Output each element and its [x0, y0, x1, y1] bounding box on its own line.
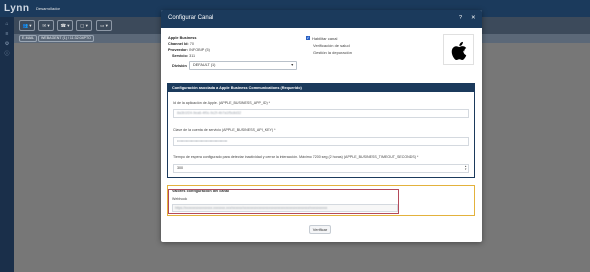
- app-id-input[interactable]: 8a3b1f24-9ea6-4f0c-9c2f-4b7a1f5c8d32: [173, 109, 469, 118]
- configuration-panel: Configuración asociada a Apple Business …: [167, 83, 475, 178]
- channel-id-label: Channel Id:: [168, 42, 189, 46]
- tab-webagent[interactable]: WEBAGENT (1) / 11:32:04PTO: [38, 35, 94, 42]
- timeout-label: Tiempo de espera configurado para detect…: [173, 155, 419, 159]
- toolbar-users-button[interactable]: 👥 ▾: [19, 20, 35, 31]
- timeout-input[interactable]: 300 ▲ ▼: [173, 164, 469, 173]
- apple-logo-icon: [451, 41, 467, 60]
- menu-icon[interactable]: ≡: [4, 32, 10, 37]
- channel-name: Apple Business: [168, 36, 197, 40]
- api-key-value: ••••••••••••••••••••••••••••••••••••••••: [177, 139, 228, 143]
- help-icon[interactable]: ?: [459, 15, 462, 22]
- app-logo: Lynn: [4, 3, 30, 14]
- debug-label: Gestión la depuración: [313, 50, 352, 55]
- close-icon[interactable]: ✕: [471, 15, 476, 22]
- division-value: DEFAULT (1): [193, 63, 216, 67]
- toolbar-screen-button[interactable]: ▭ ▾: [96, 20, 112, 31]
- service-label: Servicio:: [172, 54, 189, 58]
- health-check-label: Verificación de salud: [313, 43, 350, 48]
- channel-id-value: 70: [189, 42, 194, 46]
- timeout-value: 300: [177, 166, 183, 170]
- toolbar-phone-button[interactable]: ☎ ▾: [57, 20, 73, 31]
- channel-id-row: Channel Id: 70: [168, 42, 194, 46]
- tab-email[interactable]: E-MAIL: [19, 35, 37, 42]
- toolbar-window-button[interactable]: ▢ ▾: [76, 20, 92, 31]
- api-key-label: Clave de la cuenta de servicio (APPLE_BU…: [173, 128, 276, 132]
- info-icon[interactable]: ⓘ: [4, 52, 10, 57]
- service-row: Servicio: 311: [172, 54, 195, 58]
- modal-header: Configurar Canal ? ✕: [161, 10, 482, 28]
- division-label: División: [172, 64, 187, 68]
- enable-channel-label: Habilitar canal: [312, 36, 338, 41]
- settings-icon[interactable]: ⚙: [4, 42, 10, 47]
- toolbar-mail-button[interactable]: ✉ ▾: [38, 20, 54, 31]
- provider-label: Proveedor:: [168, 48, 189, 52]
- provider-row: Proveedor: INFOBIP (5): [168, 48, 210, 52]
- highlight-box: [168, 189, 399, 214]
- service-value: 311: [189, 54, 196, 58]
- enable-channel-checkbox[interactable]: Habilitar canal: [306, 36, 337, 41]
- api-key-input[interactable]: ••••••••••••••••••••••••••••••••••••••••: [173, 137, 469, 146]
- home-icon[interactable]: ⌂: [4, 22, 10, 27]
- modal-title: Configurar Canal: [168, 15, 214, 21]
- app-id-value: 8a3b1f24-9ea6-4f0c-9c2f-4b7a1f5c8d32: [177, 111, 242, 115]
- user-name[interactable]: Desarrollador: [36, 6, 60, 11]
- spinner-arrows-icon[interactable]: ▲ ▼: [464, 165, 467, 172]
- channel-logo: [443, 34, 474, 65]
- configuration-panel-title: Configuración asociada a Apple Business …: [168, 84, 474, 92]
- app-sidebar: ⌂ ≡ ⚙ ⓘ: [0, 17, 14, 272]
- verify-button[interactable]: Verificar: [309, 225, 331, 234]
- checkbox-checked-icon[interactable]: [306, 36, 310, 41]
- division-select[interactable]: DEFAULT (1) ▼: [189, 61, 297, 70]
- chevron-down-icon: ▼: [290, 63, 294, 67]
- provider-value: INFOBIP (5): [189, 48, 210, 52]
- app-id-label: Id de la aplicación de Apple. (APPLE_BUS…: [173, 101, 271, 105]
